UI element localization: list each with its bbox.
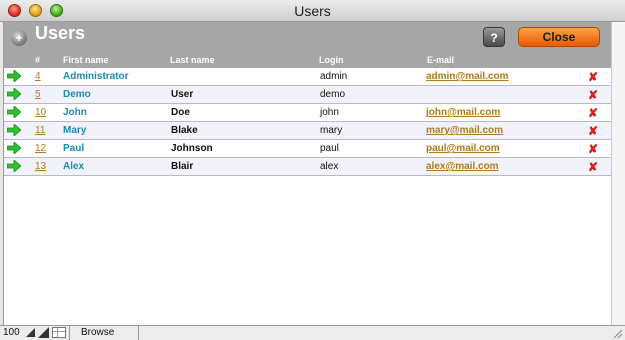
column-header-login: Login bbox=[319, 55, 344, 65]
close-button[interactable]: Close bbox=[518, 27, 600, 47]
login: demo bbox=[320, 89, 346, 100]
user-id-link[interactable]: 11 bbox=[35, 125, 45, 136]
first-name: John bbox=[63, 107, 87, 118]
column-header-email: E-mail bbox=[427, 55, 455, 65]
zoom-in-icon[interactable] bbox=[38, 327, 49, 338]
delete-x-icon[interactable]: ✘ bbox=[588, 124, 598, 138]
user-id-link[interactable]: 5 bbox=[35, 89, 41, 100]
user-id-link[interactable]: 13 bbox=[35, 161, 46, 172]
login: alex bbox=[320, 161, 339, 172]
user-id-link[interactable]: 12 bbox=[35, 143, 46, 154]
zoom-out-icon[interactable] bbox=[26, 328, 35, 337]
user-id-link[interactable]: 4 bbox=[35, 71, 41, 82]
window-title: Users bbox=[294, 3, 331, 19]
table-row: 5 Demo User demo ✘ bbox=[4, 86, 612, 104]
resize-grip-icon[interactable] bbox=[611, 327, 623, 339]
column-header-number: # bbox=[35, 55, 41, 65]
column-header-first-name: First name bbox=[63, 55, 109, 65]
mode-indicator[interactable]: Browse bbox=[69, 326, 139, 340]
first-name: Demo bbox=[63, 89, 91, 100]
delete-x-icon[interactable]: ✘ bbox=[588, 106, 598, 120]
delete-x-icon[interactable]: ✘ bbox=[588, 88, 598, 102]
page-title: Users bbox=[35, 23, 86, 43]
open-record-arrow-icon[interactable] bbox=[6, 159, 22, 173]
email-link[interactable]: mary@mail.com bbox=[426, 125, 503, 136]
layout-content: + Users ? Close # First name Last name L… bbox=[3, 22, 612, 325]
last-name: Doe bbox=[171, 107, 190, 118]
email-link[interactable]: john@mail.com bbox=[426, 107, 500, 118]
first-name: Mary bbox=[63, 125, 87, 136]
table-row: 11 Mary Blake mary mary@mail.com ✘ bbox=[4, 122, 612, 140]
login: john bbox=[320, 107, 339, 118]
add-user-icon[interactable]: + bbox=[11, 30, 27, 46]
table-row: 4 Administrator admin admin@mail.com ✘ bbox=[4, 68, 612, 86]
open-record-arrow-icon[interactable] bbox=[6, 87, 22, 101]
login: mary bbox=[320, 125, 343, 136]
last-name: User bbox=[171, 89, 194, 100]
user-list: 4 Administrator admin admin@mail.com ✘ 5… bbox=[4, 68, 612, 176]
zoom-level[interactable]: 100 bbox=[3, 327, 20, 338]
help-button[interactable]: ? bbox=[483, 27, 505, 47]
open-record-arrow-icon[interactable] bbox=[6, 69, 22, 83]
user-id-link[interactable]: 10 bbox=[35, 107, 46, 118]
status-bar: 100 Browse bbox=[0, 325, 625, 340]
email-link[interactable]: alex@mail.com bbox=[426, 161, 499, 172]
delete-x-icon[interactable]: ✘ bbox=[588, 160, 598, 174]
status-toolbar-toggle-icon[interactable] bbox=[52, 327, 66, 338]
first-name: Administrator bbox=[63, 71, 129, 82]
table-row: 13 Alex Blair alex alex@mail.com ✘ bbox=[4, 158, 612, 176]
last-name: Blair bbox=[171, 161, 194, 172]
vertical-scrollbar[interactable] bbox=[611, 22, 625, 325]
title-bar: Users bbox=[0, 0, 625, 22]
email-link[interactable]: admin@mail.com bbox=[426, 71, 509, 82]
first-name: Paul bbox=[63, 143, 85, 154]
delete-x-icon[interactable]: ✘ bbox=[588, 70, 598, 84]
open-record-arrow-icon[interactable] bbox=[6, 123, 22, 137]
open-record-arrow-icon[interactable] bbox=[6, 141, 22, 155]
open-record-arrow-icon[interactable] bbox=[6, 105, 22, 119]
table-row: 12 Paul Johnson paul paul@mail.com ✘ bbox=[4, 140, 612, 158]
table-row: 10 John Doe john john@mail.com ✘ bbox=[4, 104, 612, 122]
login: paul bbox=[320, 143, 339, 154]
last-name: Johnson bbox=[171, 143, 213, 154]
delete-x-icon[interactable]: ✘ bbox=[588, 142, 598, 156]
users-window: Users + Users ? Close # First name Last … bbox=[0, 0, 625, 340]
column-header-last-name: Last name bbox=[170, 55, 215, 65]
header-bar: + Users ? Close # First name Last name L… bbox=[4, 22, 612, 68]
login: admin bbox=[320, 71, 348, 82]
first-name: Alex bbox=[63, 161, 85, 172]
email-link[interactable]: paul@mail.com bbox=[426, 143, 500, 154]
last-name: Blake bbox=[171, 125, 198, 136]
